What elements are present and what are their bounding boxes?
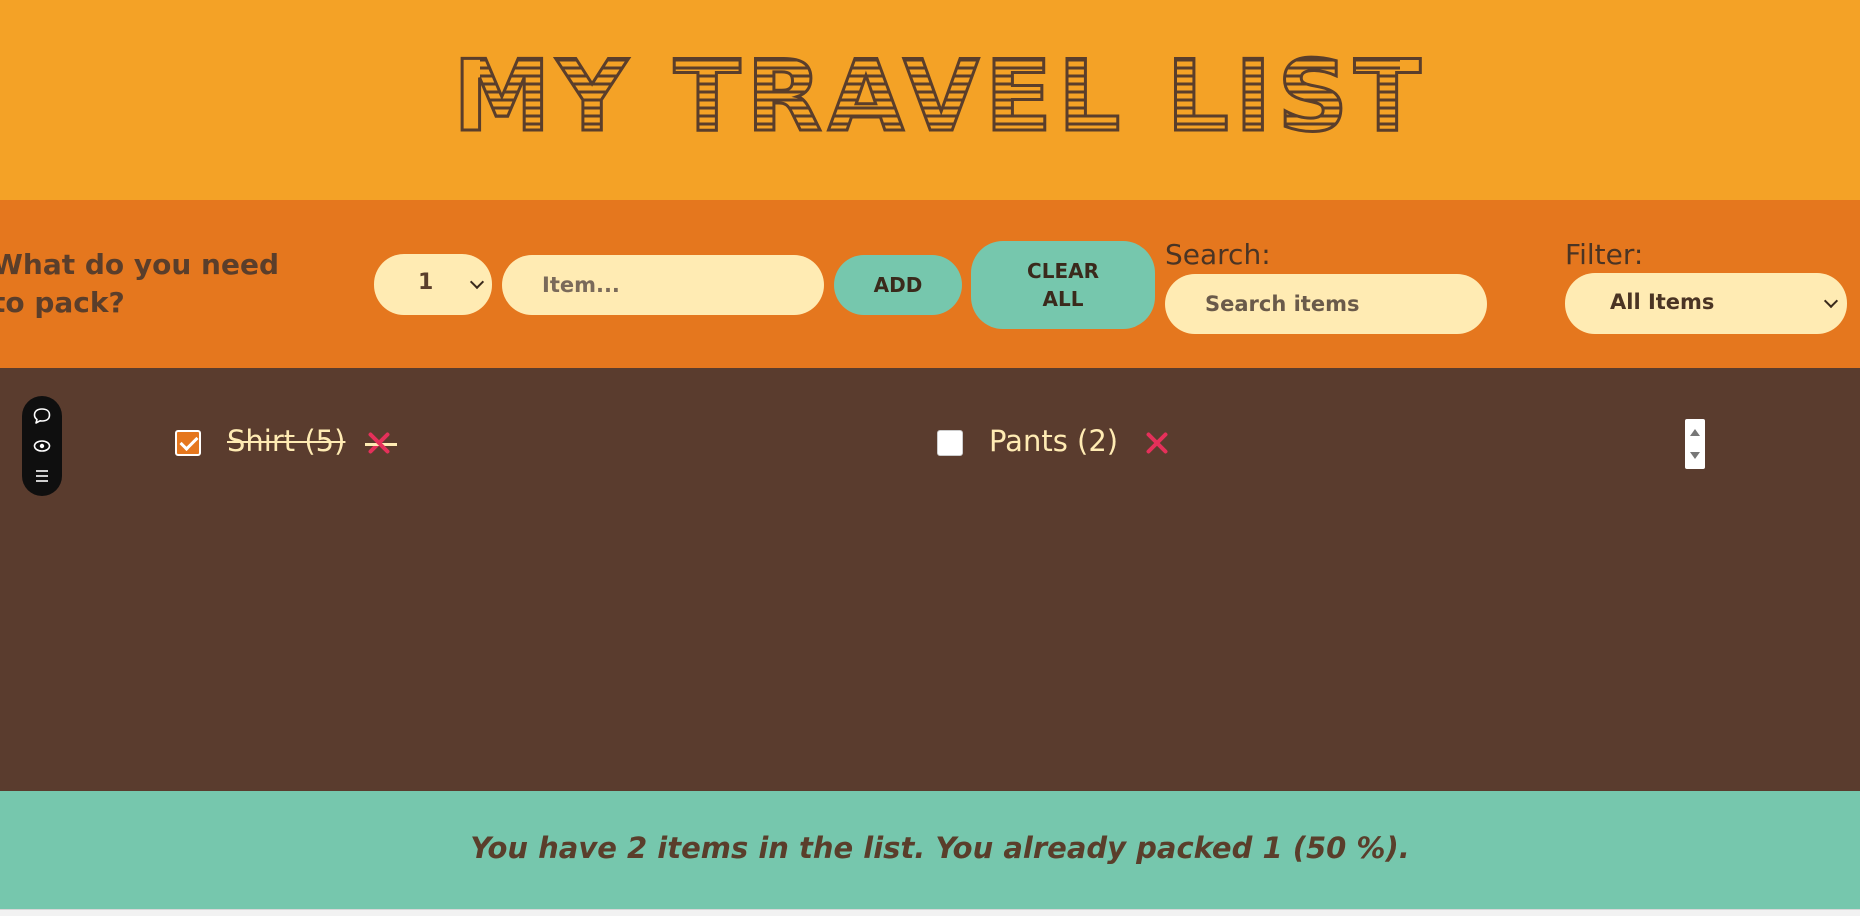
chevron-down-icon [1823, 293, 1839, 309]
quantity-select[interactable]: 1 [374, 254, 492, 315]
item-label: Shirt (5) [227, 424, 346, 458]
eye-icon[interactable] [32, 436, 52, 456]
stats-text: You have 2 items in the list. You alread… [470, 831, 1410, 865]
arrow-down-icon[interactable] [1690, 452, 1700, 459]
search-input[interactable]: Search items [1165, 274, 1487, 334]
add-item-form: What do you need to pack? 1 Item... ADD … [0, 200, 1860, 368]
list-item: Pants (2) [937, 419, 1197, 469]
quantity-value: 1 [418, 270, 434, 295]
delete-item-button[interactable] [365, 429, 397, 457]
chat-bubble-icon[interactable] [32, 406, 52, 426]
arrow-up-icon[interactable] [1690, 429, 1700, 436]
item-input[interactable]: Item... [502, 255, 824, 315]
bottom-edge [0, 909, 1860, 916]
stats-footer: You have 2 items in the list. You alread… [0, 791, 1860, 909]
strike-through-line [365, 443, 397, 446]
add-button[interactable]: ADD [834, 255, 962, 315]
app-root: MY TRAVEL LIST MY TRAVEL LIST What do yo… [0, 0, 1860, 916]
filter-select[interactable]: All Items [1565, 273, 1847, 334]
packing-list: Shirt (5) Pants (2) [0, 368, 1860, 791]
form-prompt: What do you need to pack? [0, 248, 279, 319]
page-title: MY TRAVEL LIST MY TRAVEL LIST [452, 39, 1427, 156]
filter-label: Filter: [1565, 238, 1644, 271]
search-label: Search: [1165, 238, 1271, 271]
header: MY TRAVEL LIST MY TRAVEL LIST [0, 0, 1860, 200]
item-label: Pants (2) [989, 424, 1119, 458]
scroll-spinner[interactable] [1685, 419, 1705, 469]
list-item: Shirt (5) [175, 419, 435, 469]
item-input-placeholder: Item... [542, 273, 620, 297]
svg-text:MY TRAVEL LIST: MY TRAVEL LIST [453, 40, 1427, 154]
packed-checkbox[interactable] [937, 430, 963, 456]
packed-checkbox[interactable] [175, 430, 201, 456]
floating-toolbar [22, 396, 62, 496]
menu-icon[interactable] [32, 466, 52, 486]
clear-all-label: CLEAR ALL [1027, 259, 1099, 311]
filter-value: All Items [1610, 290, 1715, 314]
clear-all-button[interactable]: CLEAR ALL [971, 241, 1155, 329]
delete-item-button[interactable] [1143, 429, 1171, 457]
chevron-down-icon [469, 274, 485, 290]
search-input-placeholder: Search items [1205, 292, 1360, 316]
